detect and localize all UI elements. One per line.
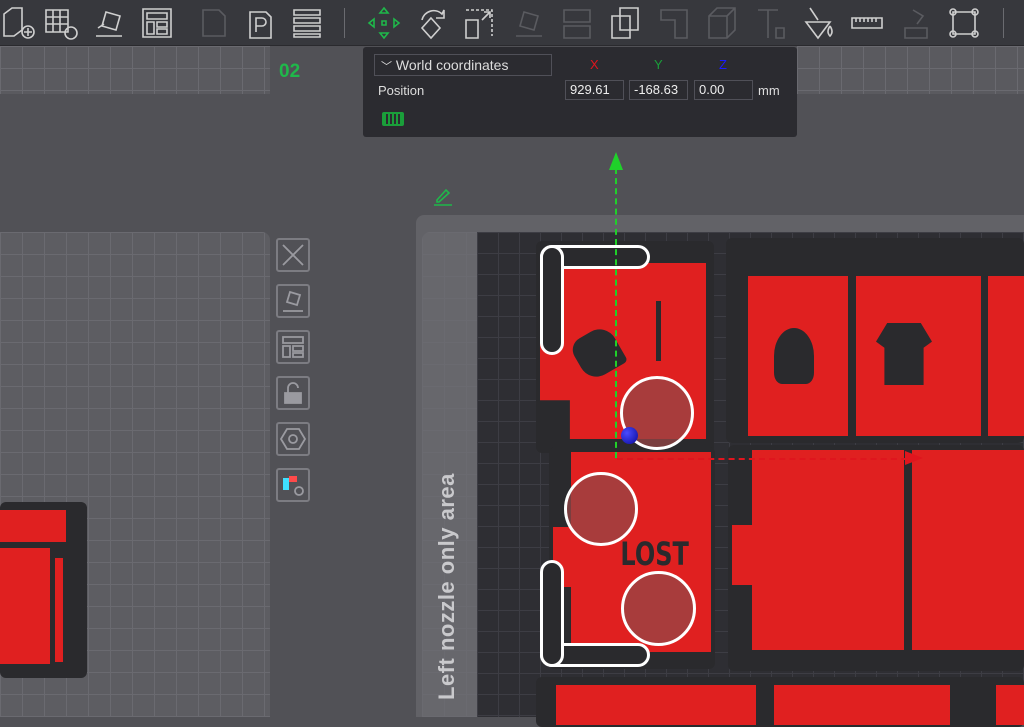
grid-plus-icon <box>45 9 78 40</box>
auto-orient-icon <box>96 11 122 37</box>
position-y-input[interactable]: -168.63 <box>629 80 688 100</box>
layers-button[interactable] <box>288 4 326 42</box>
seam-icon <box>949 8 979 38</box>
axis-x-label: X <box>590 57 599 72</box>
coordinate-mode-label: World coordinates <box>395 57 509 73</box>
position-label: Position <box>378 83 425 98</box>
boolean-icon <box>611 7 639 39</box>
paint-tool-button[interactable] <box>800 4 838 42</box>
plate-settings-button[interactable] <box>276 422 310 456</box>
seam-paint-button[interactable] <box>945 4 983 42</box>
position-x-input[interactable]: 929.61 <box>565 80 624 100</box>
ruler-icon <box>851 17 883 29</box>
rotate-icon <box>420 9 445 40</box>
cut-button[interactable] <box>655 4 693 42</box>
lay-on-face-button[interactable] <box>510 4 548 42</box>
plate-p-icon <box>249 11 272 39</box>
auto-orient-icon <box>283 290 303 312</box>
add-grid-plate-button[interactable] <box>42 4 80 42</box>
ornament-left <box>540 245 564 355</box>
measure-tool-button[interactable] <box>848 4 886 42</box>
scale-icon <box>465 9 493 39</box>
boolean-button[interactable] <box>606 4 644 42</box>
y-axis-arrow-icon[interactable] <box>609 152 623 170</box>
brim-ear-3[interactable] <box>621 571 696 646</box>
delete-plate-button[interactable] <box>276 238 310 272</box>
axis-y-label: Y <box>654 57 663 72</box>
part-text-lost: LOST <box>620 535 689 573</box>
part-bottom-row[interactable] <box>536 677 1024 727</box>
chevron-down-icon: ﹀ <box>381 61 392 73</box>
arrange-icon <box>282 336 304 358</box>
hexagon-nut-icon <box>280 428 306 450</box>
edit-plate-name-icon[interactable] <box>433 186 453 206</box>
x-axis-arrow-icon[interactable] <box>905 451 923 465</box>
move-arrows-icon <box>367 6 401 40</box>
split-button[interactable] <box>558 4 596 42</box>
ornament-bottom-left <box>540 560 564 667</box>
left-nozzle-area-label: Left nozzle only area <box>434 473 459 700</box>
move-tool-button[interactable] <box>365 4 403 42</box>
plate-number-label[interactable]: 02 <box>279 61 300 83</box>
brim-ear-2[interactable] <box>564 472 638 546</box>
keyboard-icon[interactable] <box>382 112 404 126</box>
paint-bucket-icon <box>804 7 833 40</box>
text-icon <box>758 9 785 39</box>
cut-icon <box>660 9 688 39</box>
unit-label: mm <box>758 83 780 98</box>
cube-icon <box>708 7 736 39</box>
z-axis-handle[interactable] <box>621 427 638 444</box>
rotate-tool-button[interactable] <box>412 4 450 42</box>
cube-plus-icon <box>3 7 35 39</box>
part-large-panel[interactable] <box>728 445 1024 671</box>
part-icons-panel[interactable] <box>726 238 1024 443</box>
plate-o-icon <box>202 9 226 37</box>
position-z-input[interactable]: 0.00 <box>694 80 753 100</box>
coordinate-panel: ﹀ World coordinates X Y Z Position 929.6… <box>363 47 797 137</box>
main-toolbar <box>0 0 1024 46</box>
assembly-button[interactable] <box>703 4 741 42</box>
lay-on-face-icon <box>516 11 542 37</box>
lock-plate-button[interactable] <box>276 376 310 410</box>
plate-01-strip <box>0 46 270 94</box>
add-plate-button[interactable] <box>0 4 38 42</box>
scale-tool-button[interactable] <box>460 4 498 42</box>
arrange-icon <box>142 8 172 38</box>
auto-orient-button[interactable] <box>90 4 128 42</box>
support-paint-button[interactable] <box>897 4 935 42</box>
arrange-button[interactable] <box>138 4 176 42</box>
arrange-plate-button[interactable] <box>276 330 310 364</box>
helmet-icon <box>774 328 814 384</box>
text-tool-button[interactable] <box>752 4 790 42</box>
split-icon <box>563 9 591 39</box>
y-axis-line <box>615 168 617 458</box>
armor-icon <box>876 323 932 385</box>
auto-orient-plate-button[interactable] <box>276 284 310 318</box>
plate-o-button[interactable] <box>195 4 233 42</box>
plate-03-strip <box>797 46 1024 94</box>
part-left-plate[interactable] <box>0 502 87 678</box>
filament-icon <box>283 476 304 496</box>
axis-z-label: Z <box>719 57 727 72</box>
coordinate-mode-select[interactable]: ﹀ World coordinates <box>374 54 552 76</box>
x-axis-line <box>617 458 907 460</box>
layers-icon <box>293 9 321 38</box>
filament-settings-button[interactable] <box>276 468 310 502</box>
support-paint-icon <box>904 9 928 39</box>
close-icon <box>282 244 304 266</box>
unlock-icon <box>284 382 302 404</box>
plate-p-button[interactable] <box>240 4 278 42</box>
